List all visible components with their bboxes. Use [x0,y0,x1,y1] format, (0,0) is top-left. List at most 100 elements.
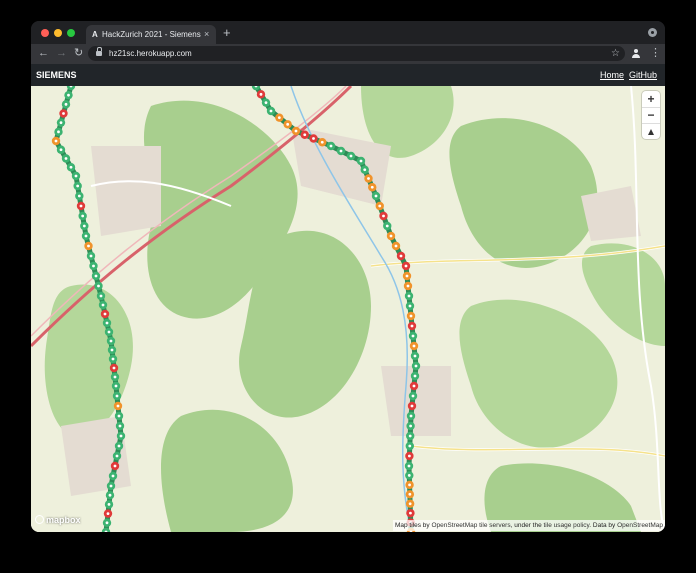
forward-icon[interactable]: → [56,46,67,61]
route-sensor-marker-dot [406,284,410,288]
route-sensor-marker-dot [404,264,408,268]
mapbox-logo-text: mapbox [46,515,81,525]
back-icon[interactable]: ← [38,46,49,61]
browser-toolbar: ← → ↻ hz21sc.herokuapp.com ☆ ⋮ [31,44,665,64]
route-sensor-marker-dot [409,424,412,428]
attribution-link-osm[interactable]: OpenStreetMap [617,522,663,529]
brand-logo[interactable]: SIEMENS [36,64,77,86]
route-sensor-marker-dot [114,384,118,388]
route-sensor-marker-dot [115,394,119,398]
route-sensor-marker-dot [408,304,412,308]
zoom-in-button[interactable]: + [642,91,660,108]
route-sensor-marker-dot [97,284,100,288]
extension-icon[interactable] [648,28,657,37]
zoom-out-button[interactable]: − [642,107,660,124]
map-attribution: Map tiles by OpenStreetMap tile servers,… [392,520,665,531]
route-sensor-marker-dot [107,503,111,506]
nav-link-home[interactable]: Home [600,64,624,86]
route-sensor-marker-dot [113,464,117,468]
route-sensor-marker-dot [385,224,389,228]
route-sensor-marker-dot [116,404,120,408]
route-sensor-marker-dot [408,502,412,506]
compass-button[interactable] [642,123,660,139]
route-sensor-marker-dot [269,109,273,113]
route-sensor-marker-dot [411,334,415,338]
attribution-link-tile-policy[interactable]: tile usage policy [544,522,590,529]
route-sensor-marker-dot [106,512,110,515]
route-sensor-marker-dot [359,159,363,163]
route-sensor-marker-dot [378,204,382,208]
route-sensor-marker-dot [64,102,68,106]
compass-icon [648,129,654,135]
route-sensor-marker-dot [82,224,86,228]
route-sensor-marker-dot [101,303,105,307]
route-sensor-marker-dot [84,234,88,238]
close-window-button[interactable] [41,29,49,37]
route-sensor-marker-dot [67,93,70,97]
url-text[interactable]: hz21sc.herokuapp.com [109,46,192,61]
favicon-icon: A [92,30,98,39]
route-sensor-marker-dot [105,521,109,525]
route-sensor-marker-dot [54,139,58,143]
route-sensor-marker-dot [294,129,298,133]
browser-tab[interactable]: A HackZurich 2021 - Siemens Ch × [86,25,216,44]
mapbox-icon [35,515,44,524]
new-tab-button[interactable]: + [223,26,231,39]
route-sensor-marker-dot [59,121,63,125]
tab-title: HackZurich 2021 - Siemens Ch [102,30,202,39]
address-bar[interactable]: hz21sc.herokuapp.com ☆ [88,46,625,61]
attribution-prefix: Map tiles by [394,522,430,529]
profile-icon[interactable] [632,49,640,58]
attribution-link-osm-tiles[interactable]: OpenStreetMap tile servers [431,522,510,529]
menu-icon[interactable]: ⋮ [650,46,661,61]
route-sensor-marker-dot [394,244,398,248]
map-canvas[interactable]: + − mapbox Map tiles by OpenStreetMap ti… [31,86,665,532]
tab-strip: A HackZurich 2021 - Siemens Ch × + [31,21,665,44]
route-sensor-marker-dot [79,204,83,208]
lock-icon [96,47,102,56]
zoom-control: + − [642,91,660,139]
route-sensor-marker-dot [112,366,116,370]
route-sensor-marker-dot [74,174,78,178]
minimize-window-button[interactable] [54,29,62,37]
app-navbar: SIEMENS Home GitHub [31,64,665,86]
route-sensor-marker-dot [409,314,413,318]
maximize-window-button[interactable] [67,29,75,37]
tab-close-icon[interactable]: × [204,25,209,44]
route-sensor-marker-dot [408,454,411,458]
route-sensor-marker-dot [77,194,81,198]
mapbox-logo[interactable]: mapbox [35,515,81,525]
route-sensor-marker-dot [408,434,412,438]
route-sensor-marker-dot [413,374,417,378]
route-sensor-marker-dot [108,493,112,497]
route-sensor-marker-dot [109,484,113,488]
route-sensor-marker-dot [92,264,95,268]
reload-icon[interactable]: ↻ [74,46,83,61]
route-sensor-marker-dot [103,312,107,316]
route-sensor-marker-dot [111,357,115,361]
nav-link-github[interactable]: GitHub [629,64,657,86]
route-sensor-marker-dot [312,137,315,140]
route-sensor-marker-dot [87,244,90,248]
route-sensor-marker-dot [370,185,374,189]
route-sensor-marker-dot [277,116,281,120]
route-sensor-marker-dot [399,254,403,258]
attribution-middle: , under the [510,522,542,529]
route-sensor-marker-dot [374,194,378,198]
route-sensor-marker-dot [119,434,123,438]
route-sensor-marker-dot [409,511,412,515]
route-sensor-marker-dot [408,492,412,496]
route-sensor-marker-dot [115,454,119,458]
route-sensor-marker-dot [118,424,122,428]
route-sensor-marker-dot [411,394,415,398]
route-sensor-marker-dot [99,294,103,298]
route-sensor-marker-dot [109,339,113,343]
route-sensor-marker-dot [414,364,418,368]
star-icon[interactable]: ☆ [611,46,620,61]
route-sensor-marker-dot [412,344,416,348]
browser-window: A HackZurich 2021 - Siemens Ch × + ← → ↻… [31,21,665,532]
route-sensor-marker-dot [62,112,65,115]
route-sensor-marker-dot [64,157,68,160]
route-sensor-marker-dot [409,414,413,418]
route-sensor-marker-dot [389,234,393,238]
